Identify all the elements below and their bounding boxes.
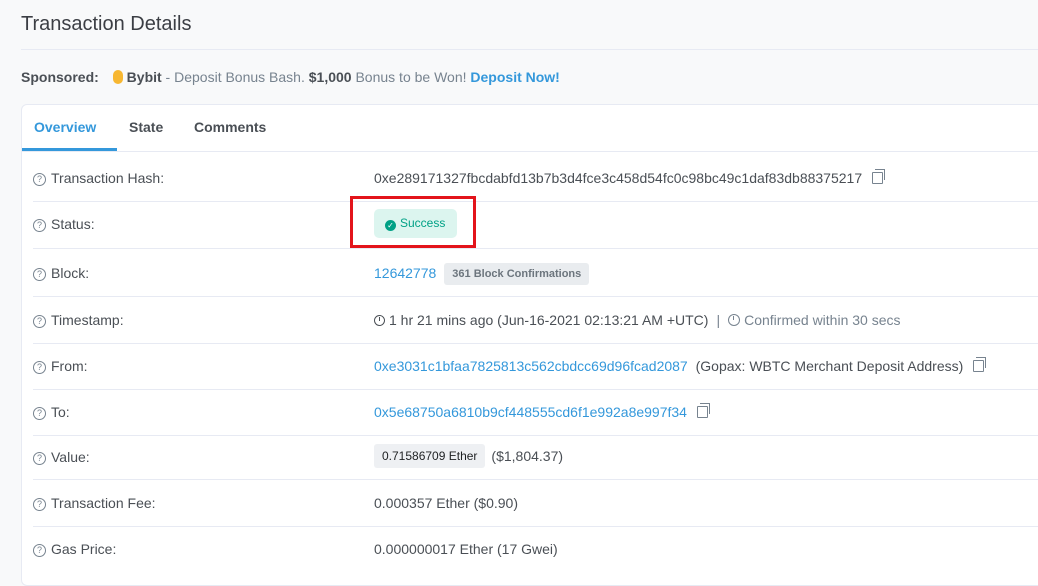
block-confirmations-badge: 361 Block Confirmations [444, 263, 590, 285]
row-transaction-fee: ? Transaction Fee: 0.000357 Ether ($0.90) [33, 480, 1038, 527]
from-label: From: [51, 358, 88, 374]
from-address-link[interactable]: 0xe3031c1bfaa7825813c562cbdcc69d96fcad20… [374, 358, 688, 374]
row-value: ? Value: 0.71586709 Ether ($1,804.37) [33, 435, 1038, 480]
active-tab-indicator [22, 148, 117, 151]
timestamp-label: Timestamp: [51, 312, 124, 328]
transaction-hash-label: Transaction Hash: [51, 170, 165, 186]
question-circle-icon[interactable]: ? [33, 544, 46, 557]
sponsor-text-1: - Deposit Bonus Bash. [161, 69, 309, 85]
row-gas-price: ? Gas Price: 0.000000017 Ether (17 Gwei) [33, 526, 1038, 572]
status-highlight-box [350, 196, 476, 248]
deposit-now-link[interactable]: Deposit Now! [470, 69, 559, 85]
question-circle-icon[interactable]: ? [33, 315, 46, 328]
block-number-link[interactable]: 12642778 [374, 265, 436, 281]
status-label: Status: [51, 216, 95, 232]
gas-price-label: Gas Price: [51, 541, 117, 557]
to-address-link[interactable]: 0x5e68750a6810b9cf448555cd6f1e992a8e997f… [374, 404, 687, 420]
block-label: Block: [51, 265, 90, 281]
question-circle-icon[interactable]: ? [33, 173, 46, 186]
value-label: Value: [51, 449, 90, 465]
tab-bar: Overview State Comments [22, 105, 1038, 152]
sponsor-brand: Bybit [126, 69, 162, 85]
sponsor-text-2: Bonus to be Won! [351, 69, 471, 85]
usd-value: ($1,804.37) [491, 448, 564, 464]
confirmed-within-text: Confirmed within 30 secs [744, 312, 901, 328]
row-transaction-hash: ? Transaction Hash: 0xe289171327fbcdabfd1… [33, 155, 1038, 202]
question-circle-icon[interactable]: ? [33, 268, 46, 281]
transaction-hash-value: 0xe289171327fbcdabfd13b7b3d4fce3c458d54f… [374, 170, 863, 186]
title-divider [21, 49, 1038, 50]
question-circle-icon[interactable]: ? [33, 361, 46, 374]
sponsored-label: Sponsored: [21, 69, 99, 85]
copy-icon[interactable] [973, 357, 987, 372]
sponsor-amount: $1,000 [308, 69, 352, 85]
question-circle-icon[interactable]: ? [33, 452, 46, 465]
row-timestamp: ? Timestamp: 1 hr 21 mins ago (Jun-16-202… [33, 297, 1038, 344]
transaction-card: Overview State Comments ? Transaction Has… [21, 104, 1038, 586]
timestamp-value: 1 hr 21 mins ago (Jun-16-2021 02:13:21 A… [389, 312, 709, 328]
question-circle-icon[interactable]: ? [33, 498, 46, 511]
copy-icon[interactable] [872, 169, 886, 184]
transaction-fee-label: Transaction Fee: [51, 495, 156, 511]
coin-icon [112, 70, 123, 84]
clock-icon [374, 315, 385, 326]
sponsored-banner: Sponsored: Bybit - Deposit Bonus Bash. $… [21, 69, 560, 85]
to-label: To: [51, 404, 70, 420]
gas-price-value: 0.000000017 Ether (17 Gwei) [374, 541, 558, 557]
question-circle-icon[interactable]: ? [33, 407, 46, 420]
tab-overview[interactable]: Overview [34, 119, 96, 135]
row-to: ? To: 0x5e68750a6810b9cf448555cd6f1e992a8… [33, 389, 1038, 436]
timestamp-separator: | [716, 312, 721, 328]
copy-icon[interactable] [696, 403, 710, 418]
row-block: ? Block: 12642778 361 Block Confirmations [33, 249, 1038, 297]
question-circle-icon[interactable]: ? [33, 219, 46, 232]
page-title: Transaction Details [21, 13, 192, 35]
tab-state[interactable]: State [129, 119, 163, 135]
ether-value-badge: 0.71586709 Ether [374, 444, 486, 468]
row-status: ? Status: ✓ Success [33, 201, 1038, 249]
timer-icon [728, 314, 741, 326]
row-from: ? From: 0xe3031c1bfaa7825813c562cbdcc69d9… [33, 343, 1038, 390]
from-address-name: (Gopax: WBTC Merchant Deposit Address) [695, 358, 964, 374]
transaction-fee-value: 0.000357 Ether ($0.90) [374, 495, 518, 511]
tab-comments[interactable]: Comments [194, 119, 266, 135]
